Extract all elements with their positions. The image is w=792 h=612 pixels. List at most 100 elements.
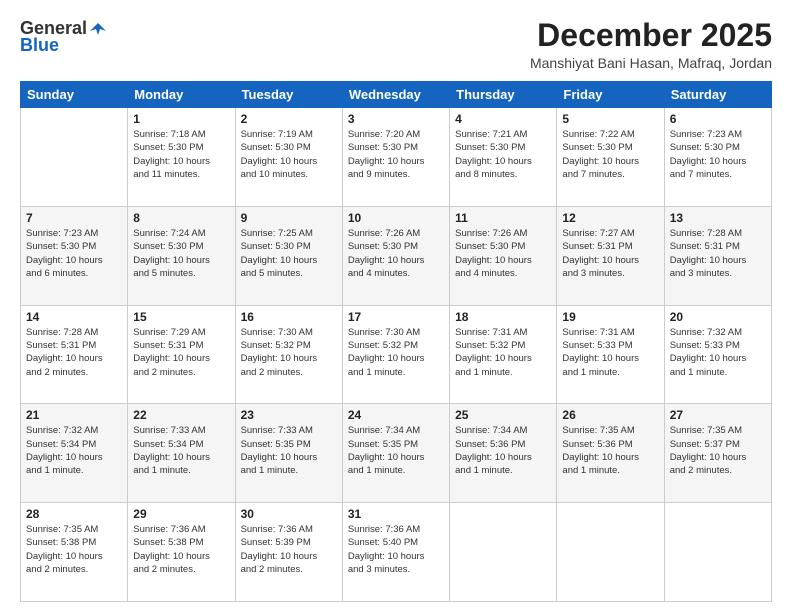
logo-bird-icon [90, 21, 106, 37]
day-number: 9 [241, 211, 337, 225]
day-info: Sunrise: 7:18 AMSunset: 5:30 PMDaylight:… [133, 128, 229, 181]
day-info: Sunrise: 7:20 AMSunset: 5:30 PMDaylight:… [348, 128, 444, 181]
day-info: Sunrise: 7:26 AMSunset: 5:30 PMDaylight:… [348, 227, 444, 280]
calendar-header-row: Sunday Monday Tuesday Wednesday Thursday… [21, 82, 772, 108]
day-info: Sunrise: 7:28 AMSunset: 5:31 PMDaylight:… [26, 326, 122, 379]
day-number: 6 [670, 112, 766, 126]
day-number: 31 [348, 507, 444, 521]
table-cell: 9 Sunrise: 7:25 AMSunset: 5:30 PMDaylight… [235, 206, 342, 305]
table-cell: 22 Sunrise: 7:33 AMSunset: 5:34 PMDayligh… [128, 404, 235, 503]
day-number: 13 [670, 211, 766, 225]
day-info: Sunrise: 7:26 AMSunset: 5:30 PMDaylight:… [455, 227, 551, 280]
calendar-week-row: 7 Sunrise: 7:23 AMSunset: 5:30 PMDaylight… [21, 206, 772, 305]
day-number: 12 [562, 211, 658, 225]
table-cell: 16 Sunrise: 7:30 AMSunset: 5:32 PMDayligh… [235, 305, 342, 404]
header: General Blue December 2025 Manshiyat Ban… [20, 18, 772, 71]
day-number: 24 [348, 408, 444, 422]
calendar-week-row: 1 Sunrise: 7:18 AMSunset: 5:30 PMDaylight… [21, 108, 772, 207]
day-number: 1 [133, 112, 229, 126]
day-number: 8 [133, 211, 229, 225]
table-cell: 19 Sunrise: 7:31 AMSunset: 5:33 PMDayligh… [557, 305, 664, 404]
table-cell: 14 Sunrise: 7:28 AMSunset: 5:31 PMDayligh… [21, 305, 128, 404]
table-cell: 23 Sunrise: 7:33 AMSunset: 5:35 PMDayligh… [235, 404, 342, 503]
day-info: Sunrise: 7:36 AMSunset: 5:39 PMDaylight:… [241, 523, 337, 576]
day-info: Sunrise: 7:22 AMSunset: 5:30 PMDaylight:… [562, 128, 658, 181]
logo: General Blue [20, 18, 106, 56]
day-number: 16 [241, 310, 337, 324]
table-cell: 20 Sunrise: 7:32 AMSunset: 5:33 PMDayligh… [664, 305, 771, 404]
day-number: 3 [348, 112, 444, 126]
month-title: December 2025 [530, 18, 772, 53]
day-info: Sunrise: 7:27 AMSunset: 5:31 PMDaylight:… [562, 227, 658, 280]
logo-blue-text: Blue [20, 35, 59, 56]
table-cell: 13Sunrise: 7:28 AMSunset: 5:31 PMDayligh… [664, 206, 771, 305]
day-number: 10 [348, 211, 444, 225]
day-info: Sunrise: 7:35 AMSunset: 5:38 PMDaylight:… [26, 523, 122, 576]
day-number: 7 [26, 211, 122, 225]
day-number: 30 [241, 507, 337, 521]
day-info: Sunrise: 7:35 AMSunset: 5:36 PMDaylight:… [562, 424, 658, 477]
col-friday: Friday [557, 82, 664, 108]
table-cell: 25Sunrise: 7:34 AMSunset: 5:36 PMDayligh… [450, 404, 557, 503]
col-thursday: Thursday [450, 82, 557, 108]
day-info: Sunrise: 7:23 AMSunset: 5:30 PMDaylight:… [26, 227, 122, 280]
table-cell [664, 503, 771, 602]
day-info: Sunrise: 7:32 AMSunset: 5:34 PMDaylight:… [26, 424, 122, 477]
day-info: Sunrise: 7:36 AMSunset: 5:38 PMDaylight:… [133, 523, 229, 576]
day-info: Sunrise: 7:31 AMSunset: 5:32 PMDaylight:… [455, 326, 551, 379]
day-info: Sunrise: 7:21 AMSunset: 5:30 PMDaylight:… [455, 128, 551, 181]
day-info: Sunrise: 7:24 AMSunset: 5:30 PMDaylight:… [133, 227, 229, 280]
day-number: 25 [455, 408, 551, 422]
table-cell: 11Sunrise: 7:26 AMSunset: 5:30 PMDayligh… [450, 206, 557, 305]
day-number: 14 [26, 310, 122, 324]
col-sunday: Sunday [21, 82, 128, 108]
day-number: 2 [241, 112, 337, 126]
location: Manshiyat Bani Hasan, Mafraq, Jordan [530, 55, 772, 71]
day-number: 27 [670, 408, 766, 422]
table-cell [450, 503, 557, 602]
page: General Blue December 2025 Manshiyat Ban… [0, 0, 792, 612]
day-number: 18 [455, 310, 551, 324]
day-number: 15 [133, 310, 229, 324]
title-section: December 2025 Manshiyat Bani Hasan, Mafr… [530, 18, 772, 71]
day-info: Sunrise: 7:33 AMSunset: 5:35 PMDaylight:… [241, 424, 337, 477]
table-cell: 18 Sunrise: 7:31 AMSunset: 5:32 PMDayligh… [450, 305, 557, 404]
day-number: 22 [133, 408, 229, 422]
table-cell: 12 Sunrise: 7:27 AMSunset: 5:31 PMDayligh… [557, 206, 664, 305]
day-info: Sunrise: 7:30 AMSunset: 5:32 PMDaylight:… [348, 326, 444, 379]
table-cell: 8 Sunrise: 7:24 AMSunset: 5:30 PMDaylight… [128, 206, 235, 305]
day-number: 29 [133, 507, 229, 521]
table-cell: 10 Sunrise: 7:26 AMSunset: 5:30 PMDayligh… [342, 206, 449, 305]
table-cell: 7 Sunrise: 7:23 AMSunset: 5:30 PMDaylight… [21, 206, 128, 305]
day-number: 28 [26, 507, 122, 521]
table-cell: 1 Sunrise: 7:18 AMSunset: 5:30 PMDaylight… [128, 108, 235, 207]
table-cell: 5Sunrise: 7:22 AMSunset: 5:30 PMDaylight… [557, 108, 664, 207]
table-cell: 29 Sunrise: 7:36 AMSunset: 5:38 PMDayligh… [128, 503, 235, 602]
table-cell: 17 Sunrise: 7:30 AMSunset: 5:32 PMDayligh… [342, 305, 449, 404]
calendar-week-row: 21Sunrise: 7:32 AMSunset: 5:34 PMDayligh… [21, 404, 772, 503]
calendar-week-row: 14 Sunrise: 7:28 AMSunset: 5:31 PMDayligh… [21, 305, 772, 404]
day-info: Sunrise: 7:33 AMSunset: 5:34 PMDaylight:… [133, 424, 229, 477]
table-cell [557, 503, 664, 602]
col-saturday: Saturday [664, 82, 771, 108]
day-info: Sunrise: 7:25 AMSunset: 5:30 PMDaylight:… [241, 227, 337, 280]
day-info: Sunrise: 7:19 AMSunset: 5:30 PMDaylight:… [241, 128, 337, 181]
day-info: Sunrise: 7:31 AMSunset: 5:33 PMDaylight:… [562, 326, 658, 379]
day-number: 19 [562, 310, 658, 324]
day-number: 20 [670, 310, 766, 324]
day-info: Sunrise: 7:29 AMSunset: 5:31 PMDaylight:… [133, 326, 229, 379]
table-cell: 2 Sunrise: 7:19 AMSunset: 5:30 PMDaylight… [235, 108, 342, 207]
table-cell: 24 Sunrise: 7:34 AMSunset: 5:35 PMDayligh… [342, 404, 449, 503]
table-cell: 31Sunrise: 7:36 AMSunset: 5:40 PMDayligh… [342, 503, 449, 602]
day-info: Sunrise: 7:35 AMSunset: 5:37 PMDaylight:… [670, 424, 766, 477]
day-number: 4 [455, 112, 551, 126]
table-cell: 6Sunrise: 7:23 AMSunset: 5:30 PMDaylight… [664, 108, 771, 207]
day-info: Sunrise: 7:30 AMSunset: 5:32 PMDaylight:… [241, 326, 337, 379]
day-info: Sunrise: 7:32 AMSunset: 5:33 PMDaylight:… [670, 326, 766, 379]
table-cell: 26 Sunrise: 7:35 AMSunset: 5:36 PMDayligh… [557, 404, 664, 503]
day-number: 23 [241, 408, 337, 422]
day-info: Sunrise: 7:34 AMSunset: 5:35 PMDaylight:… [348, 424, 444, 477]
table-cell: 4 Sunrise: 7:21 AMSunset: 5:30 PMDaylight… [450, 108, 557, 207]
day-number: 26 [562, 408, 658, 422]
day-number: 17 [348, 310, 444, 324]
